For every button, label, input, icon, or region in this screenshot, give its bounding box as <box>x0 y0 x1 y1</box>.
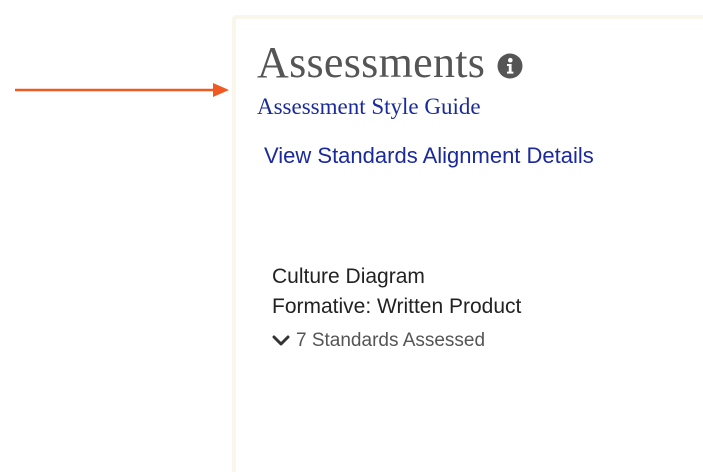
view-standards-alignment-link[interactable]: View Standards Alignment Details <box>264 142 594 170</box>
assessment-item: Culture Diagram Formative: Written Produ… <box>272 262 521 354</box>
assessment-style-guide-link[interactable]: Assessment Style Guide <box>257 93 481 121</box>
chevron-down-icon <box>272 335 290 346</box>
standards-assessed-label: 7 Standards Assessed <box>296 330 486 351</box>
info-circle-icon[interactable] <box>497 53 523 79</box>
assessments-heading: Assessments <box>257 38 486 87</box>
annotation-arrow <box>15 83 229 97</box>
assessment-title: Culture Diagram <box>272 265 425 288</box>
assessments-panel: Assessments Assessment Style Guide View … <box>232 15 703 472</box>
standards-assessed-toggle[interactable]: 7 Standards Assessed <box>272 328 521 354</box>
assessment-type: Formative: Written Product <box>272 295 522 318</box>
heading-row: Assessments <box>257 39 523 87</box>
